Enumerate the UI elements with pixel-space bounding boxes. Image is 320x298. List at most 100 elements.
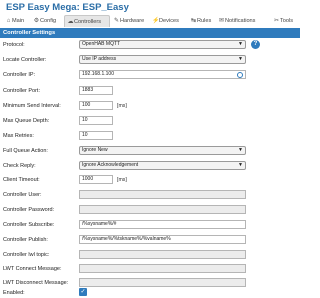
tab-devices-label: Devices — [159, 18, 179, 24]
protocol-value: OpenHAB MQTT — [82, 41, 121, 47]
min-send-unit: [ms] — [117, 103, 127, 109]
home-icon: ⌂ — [6, 18, 11, 24]
wrench-icon: ⚙ — [33, 18, 40, 24]
help-icon[interactable]: ? — [251, 40, 260, 49]
protocol-select[interactable]: OpenHAB MQTT ▼ — [79, 40, 246, 49]
autofill-icon — [237, 72, 243, 78]
port-value: 1883 — [82, 87, 94, 93]
check-reply-select[interactable]: Ignore Acknowledgement ▼ — [79, 161, 246, 170]
row-retries: Max Retries: 10 — [0, 131, 300, 141]
tools-icon: ✂ — [273, 18, 280, 24]
port-input[interactable]: 1883 — [79, 86, 113, 95]
timeout-label: Client Timeout: — [3, 177, 40, 183]
tab-rules[interactable]: ↹Rules — [190, 15, 211, 27]
publish-label: Controller Publish: — [3, 237, 48, 243]
full-queue-label: Full Queue Action: — [3, 148, 48, 154]
retries-value: 10 — [82, 132, 88, 138]
enabled-checkbox[interactable]: ✓ — [79, 288, 87, 296]
tab-tools[interactable]: ✂Tools — [273, 15, 293, 27]
tab-main-label: Main — [12, 18, 25, 24]
main-menu: ⌂ Main ⚙Config ☁Controllers ✎Hardware ⚡De… — [0, 15, 300, 27]
tab-devices[interactable]: ⚡Devices — [152, 15, 179, 27]
cloud-icon: ☁ — [67, 19, 74, 25]
section-header: Controller Settings — [0, 28, 300, 38]
mail-icon: ✉ — [218, 18, 225, 24]
lwt-topic-label: Controller lwl topic: — [3, 252, 50, 258]
row-lwt-disconnect: LWT Disconnect Message: — [0, 278, 300, 288]
locate-label: Locate Controller: — [3, 57, 47, 63]
port-label: Controller Port: — [3, 88, 40, 94]
full-queue-select[interactable]: Ignore New ▼ — [79, 146, 246, 155]
queue-depth-input[interactable]: 10 — [79, 116, 113, 125]
queue-depth-value: 10 — [82, 117, 88, 123]
row-enabled: Enabled: ✓ — [0, 288, 300, 298]
row-queue-depth: Max Queue Depth: 10 — [0, 116, 300, 126]
locate-select[interactable]: Use IP address ▼ — [79, 55, 246, 64]
locate-value: Use IP address — [82, 56, 117, 62]
user-input[interactable] — [79, 190, 246, 199]
row-password: Controller Password: — [0, 205, 300, 215]
app-title: ESP Easy Mega: ESP_Easy — [6, 2, 129, 13]
tab-tools-label: Tools — [280, 18, 294, 24]
arrows-icon: ↹ — [190, 18, 197, 24]
lwt-disconnect-input[interactable] — [79, 278, 246, 287]
plug-icon: ⚡ — [152, 18, 160, 24]
check-reply-label: Check Reply: — [3, 163, 36, 169]
row-check-reply: Check Reply: Ignore Acknowledgement ▼ — [0, 161, 300, 171]
retries-input[interactable]: 10 — [79, 131, 113, 140]
chevron-down-icon: ▼ — [238, 147, 243, 153]
row-user: Controller User: — [0, 190, 300, 200]
timeout-unit: [ms] — [117, 177, 127, 183]
subscribe-value: /%sysname%/# — [82, 221, 117, 227]
row-min-send: Minimum Send Interval: 100 [ms] — [0, 101, 300, 111]
row-port: Controller Port: 1883 — [0, 86, 300, 96]
subscribe-input[interactable]: /%sysname%/# — [79, 220, 246, 229]
row-ip: Controller IP: 192.168.1.100 — [0, 70, 300, 80]
user-label: Controller User: — [3, 192, 42, 198]
row-locate: Locate Controller: Use IP address ▼ — [0, 55, 300, 65]
row-publish: Controller Publish: /%sysname%/%tskname%… — [0, 235, 300, 245]
tab-rules-label: Rules — [197, 18, 212, 24]
tab-config-label: Config — [40, 18, 57, 24]
tab-controllers[interactable]: ☁Controllers — [64, 15, 110, 27]
min-send-value: 100 — [82, 102, 91, 108]
min-send-input[interactable]: 100 — [79, 101, 113, 110]
row-subscribe: Controller Subscribe: /%sysname%/# — [0, 220, 300, 230]
timeout-value: 1000 — [82, 176, 94, 182]
protocol-label: Protocol: — [3, 42, 25, 48]
pin-icon: ✎ — [113, 18, 120, 24]
ip-input[interactable]: 192.168.1.100 — [79, 70, 246, 79]
check-reply-value: Ignore Acknowledgement — [82, 162, 139, 168]
row-timeout: Client Timeout: 1000 [ms] — [0, 175, 300, 185]
tab-controllers-label: Controllers — [74, 19, 102, 25]
enabled-label: Enabled: — [3, 290, 25, 296]
row-protocol: Protocol: OpenHAB MQTT ▼ ? — [0, 40, 300, 50]
lwt-topic-input[interactable] — [79, 250, 246, 259]
ip-label: Controller IP: — [3, 72, 36, 78]
row-lwt-connect: LWT Connect Message: — [0, 264, 300, 274]
lwt-connect-input[interactable] — [79, 264, 246, 273]
publish-value: /%sysname%/%tskname%/%valname% — [82, 236, 171, 242]
publish-input[interactable]: /%sysname%/%tskname%/%valname% — [79, 235, 246, 244]
full-queue-value: Ignore New — [82, 147, 108, 153]
chevron-down-icon: ▼ — [238, 162, 243, 168]
subscribe-label: Controller Subscribe: — [3, 222, 55, 228]
lwt-connect-label: LWT Connect Message: — [3, 266, 62, 272]
retries-label: Max Retries: — [3, 133, 34, 139]
tab-hardware[interactable]: ✎Hardware — [113, 15, 144, 27]
tab-main[interactable]: ⌂ Main — [5, 15, 24, 27]
password-input[interactable] — [79, 205, 246, 214]
tab-hardware-label: Hardware — [120, 18, 145, 24]
ip-value: 192.168.1.100 — [82, 71, 114, 77]
row-full-queue: Full Queue Action: Ignore New ▼ — [0, 146, 300, 156]
chevron-down-icon: ▼ — [238, 41, 243, 47]
chevron-down-icon: ▼ — [238, 56, 243, 62]
password-label: Controller Password: — [3, 207, 55, 213]
lwt-disconnect-label: LWT Disconnect Message: — [3, 280, 69, 286]
timeout-input[interactable]: 1000 — [79, 175, 113, 184]
tab-config[interactable]: ⚙Config — [33, 15, 56, 27]
tab-notifications[interactable]: ✉Notifications — [218, 15, 255, 27]
tab-notifications-label: Notifications — [225, 18, 256, 24]
min-send-label: Minimum Send Interval: — [3, 103, 61, 109]
row-lwt-topic: Controller lwl topic: — [0, 250, 300, 260]
